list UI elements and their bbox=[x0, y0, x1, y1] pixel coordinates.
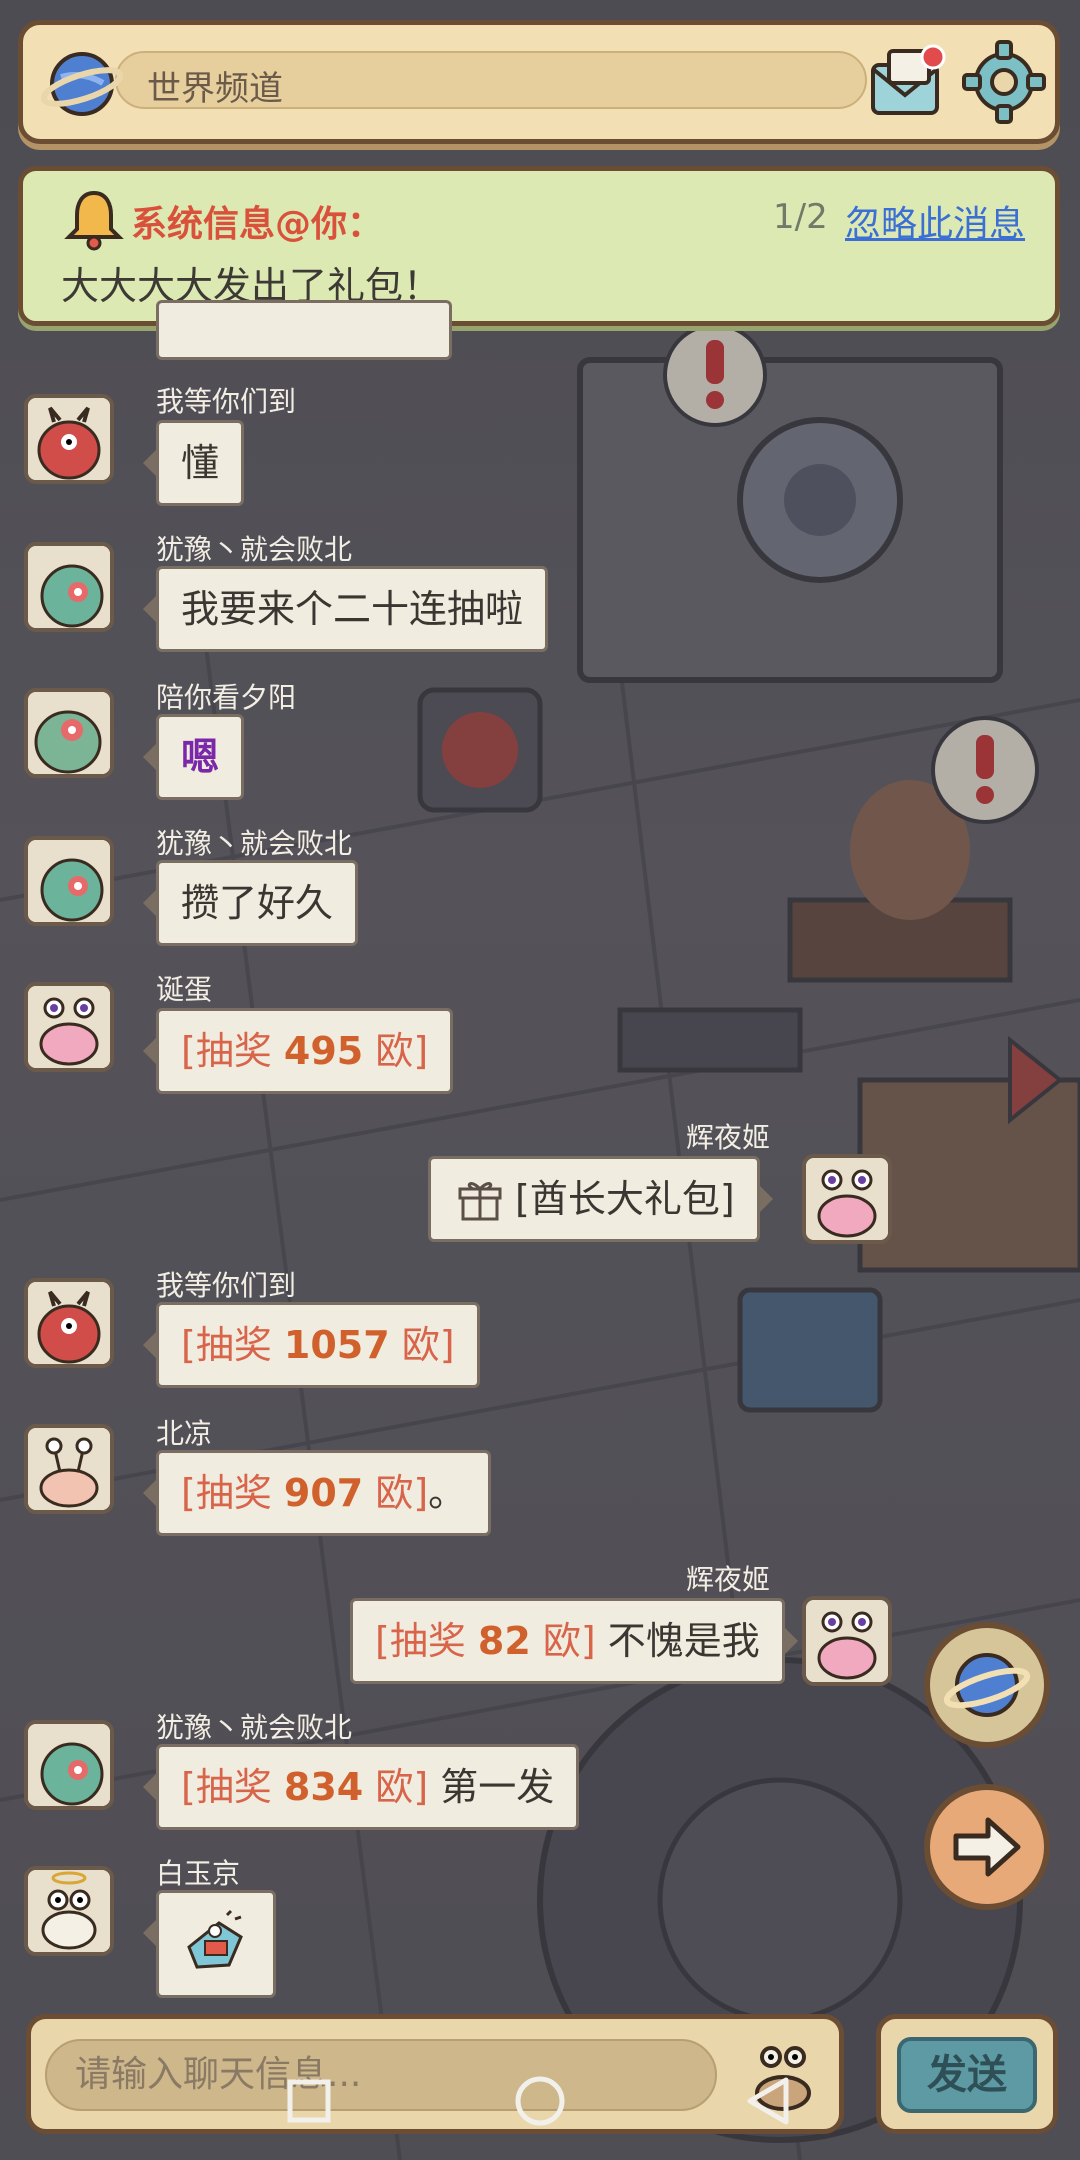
avatar-green-monster[interactable] bbox=[24, 542, 114, 632]
lottery-prefix: [抽奖 bbox=[181, 1029, 284, 1073]
lottery-suffix: 欧] bbox=[389, 1323, 455, 1367]
pink-snail-avatar-image bbox=[806, 1158, 888, 1240]
lottery-suffix: 欧] bbox=[363, 1765, 429, 1809]
planet-icon[interactable] bbox=[41, 43, 123, 125]
green-monster-avatar-image bbox=[28, 692, 110, 774]
lottery-prefix: [抽奖 bbox=[181, 1471, 284, 1515]
next-arrow-button[interactable] bbox=[924, 1784, 1050, 1910]
world-channel-fab[interactable] bbox=[924, 1622, 1050, 1748]
green-monster-avatar-image bbox=[28, 546, 110, 628]
avatar-green-monster[interactable] bbox=[24, 836, 114, 926]
message-username: 我等你们到 bbox=[156, 1269, 297, 1302]
emoji-snail-icon[interactable] bbox=[743, 2035, 823, 2115]
lottery-value: 834 bbox=[283, 1765, 364, 1809]
avatar-red-monster[interactable] bbox=[24, 1278, 114, 1368]
green-monster-avatar-image bbox=[28, 1724, 110, 1806]
message-username: 北凉 bbox=[156, 1417, 213, 1450]
message-username: 诞蛋 bbox=[156, 973, 213, 1006]
lottery-prefix: [抽奖 bbox=[375, 1619, 478, 1663]
avatar-green-monster[interactable] bbox=[24, 688, 114, 778]
chat-input-placeholder: 请输入聊天信息... bbox=[75, 2054, 362, 2095]
notice-title: 系统信息@你： bbox=[131, 204, 384, 245]
avatar-pink-snail[interactable] bbox=[802, 1154, 892, 1244]
ignore-message-link[interactable]: 忽略此消息 bbox=[845, 195, 1025, 247]
message-username: 我等你们到 bbox=[156, 385, 297, 418]
lottery-value: 907 bbox=[283, 1471, 364, 1515]
avatar-angel-snail[interactable] bbox=[24, 1866, 114, 1956]
pink-snail-avatar-image bbox=[28, 986, 110, 1068]
channel-label: 世界频道 bbox=[147, 69, 283, 109]
green-monster-avatar-image bbox=[28, 840, 110, 922]
lottery-suffix: 欧] bbox=[363, 1029, 429, 1073]
avatar-green-monster[interactable] bbox=[24, 1720, 114, 1810]
world-channel-selector[interactable]: 世界频道 bbox=[115, 51, 867, 109]
lottery-prefix: [抽奖 bbox=[181, 1765, 284, 1809]
chat-input[interactable]: 请输入聊天信息... bbox=[45, 2039, 717, 2111]
avatar-pink-snail[interactable] bbox=[802, 1596, 892, 1686]
chat-bubble: 攒了好久 bbox=[142, 860, 359, 946]
sticker-image bbox=[187, 1909, 243, 1969]
message-text: 我要来个二十连抽啦 bbox=[181, 587, 524, 631]
avatar-snail[interactable] bbox=[24, 1424, 114, 1514]
planet-icon bbox=[943, 1653, 1031, 1717]
angel-snail-avatar-image bbox=[28, 1870, 110, 1952]
mail-notification-icon[interactable] bbox=[865, 39, 951, 125]
gift-bubble[interactable]: [酋长大礼包] bbox=[428, 1156, 773, 1242]
notice-count: 1/2 bbox=[773, 197, 828, 237]
sticker-bubble bbox=[143, 1890, 276, 1998]
lottery-value: 82 bbox=[477, 1619, 531, 1663]
lottery-prefix: [抽奖 bbox=[181, 1323, 284, 1367]
lottery-value: 1057 bbox=[283, 1323, 390, 1367]
chat-bubble: 懂 bbox=[142, 420, 245, 506]
send-button[interactable]: 发送 bbox=[897, 2037, 1037, 2113]
avatar-pink-snail[interactable] bbox=[24, 982, 114, 1072]
gear-icon[interactable] bbox=[961, 39, 1047, 125]
message-username: 犹豫丶就会败北 bbox=[156, 533, 353, 566]
message-text: 攒了好久 bbox=[181, 881, 334, 925]
message-text: 不愧是我 bbox=[595, 1619, 760, 1663]
message-text: [酋长大礼包] bbox=[515, 1177, 735, 1221]
chat-bubble-partial bbox=[156, 300, 452, 360]
lottery-bubble: [抽奖 1057 欧] bbox=[143, 1302, 480, 1388]
bell-icon bbox=[64, 190, 124, 251]
message-username: 犹豫丶就会败北 bbox=[156, 827, 353, 860]
chat-bubble: 我要来个二十连抽啦 bbox=[142, 566, 549, 652]
message-text: 第一发 bbox=[428, 1765, 555, 1809]
message-username: 陪你看夕阳 bbox=[156, 681, 297, 714]
lottery-bubble: [抽奖 495 欧] bbox=[142, 1008, 454, 1094]
top-bar: 世界频道 bbox=[18, 20, 1060, 144]
lottery-value: 495 bbox=[283, 1029, 364, 1073]
lottery-bubble: [抽奖 907 欧]。 bbox=[142, 1450, 492, 1536]
lottery-bubble: [抽奖 82 欧] 不愧是我 bbox=[350, 1598, 798, 1684]
pink-snail-avatar-image bbox=[806, 1600, 888, 1682]
message-username: 辉夜姬 bbox=[686, 1121, 771, 1154]
chat-bubble: 嗯 bbox=[142, 714, 245, 800]
message-username: 白玉京 bbox=[156, 1857, 241, 1890]
lottery-suffix: 欧] bbox=[363, 1471, 429, 1515]
arrow-right-icon bbox=[953, 1817, 1021, 1877]
gift-icon bbox=[458, 1182, 502, 1221]
message-text: 。 bbox=[428, 1471, 467, 1515]
lottery-bubble: [抽奖 834 欧] 第一发 bbox=[142, 1744, 580, 1830]
chat-input-bar: 请输入聊天信息... bbox=[26, 2014, 844, 2134]
red-monster-avatar-image bbox=[28, 1282, 110, 1364]
red-monster-avatar-image bbox=[28, 398, 110, 480]
message-username: 辉夜姬 bbox=[686, 1563, 771, 1596]
message-text: 嗯 bbox=[181, 735, 220, 779]
lottery-suffix: 欧] bbox=[530, 1619, 596, 1663]
message-username: 犹豫丶就会败北 bbox=[156, 1711, 353, 1744]
snail-avatar-image bbox=[28, 1428, 110, 1510]
message-text: 懂 bbox=[181, 441, 220, 485]
avatar-red-monster[interactable] bbox=[24, 394, 114, 484]
send-box: 发送 bbox=[876, 2014, 1058, 2134]
